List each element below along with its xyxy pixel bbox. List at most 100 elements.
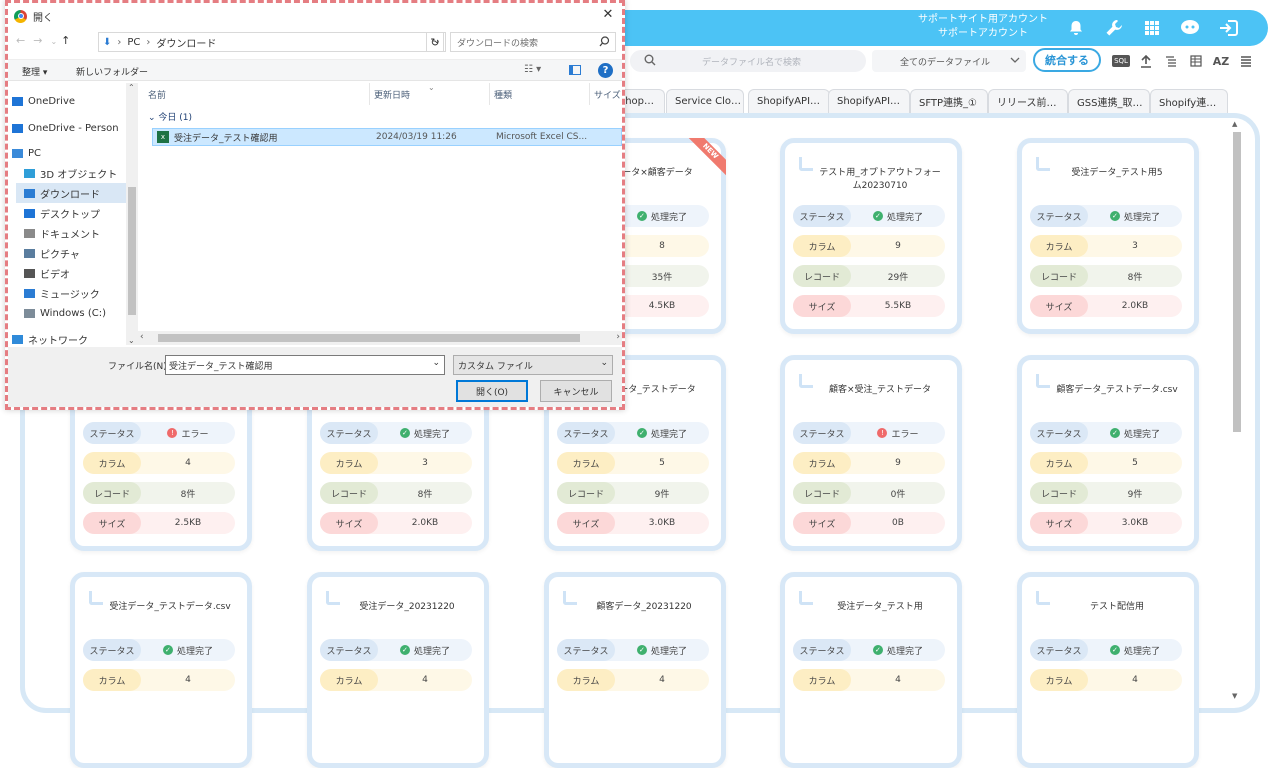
status-row: ステータス ✓処理完了 [793, 639, 945, 661]
filename-input[interactable]: 受注データ_テスト確認用 ⌄ [165, 355, 445, 375]
data-file-card[interactable]: テスト用_オプトアウトフォーム20230710 ステータス ✓ 処理完了 カラム 9 レコー… [780, 138, 962, 334]
data-file-card[interactable]: 顧客データ_20231220 ステータス ✓ 処理完了 カラム 4 [544, 572, 726, 768]
up-icon[interactable]: ↑ [61, 34, 78, 47]
filetype-select[interactable]: カスタム ファイル ⌄ [453, 355, 613, 375]
dialog-footer: ファイル名(N): 受注データ_テスト確認用 ⌄ カスタム ファイル ⌄ 開く(… [8, 347, 622, 407]
organize-menu[interactable]: 整理 ▾ [22, 65, 47, 78]
list-view-icon[interactable] [1235, 50, 1257, 72]
card-title: テスト用_オプトアウトフォーム20230710 [819, 168, 941, 191]
nav-item-pictures[interactable]: ピクチャ [24, 243, 80, 263]
nav-item-pc[interactable]: PC [12, 143, 41, 163]
nav-item-downloads[interactable]: ダウンロード [16, 183, 130, 203]
path-pc[interactable]: PC [127, 37, 140, 48]
wrench-icon[interactable] [1097, 10, 1131, 46]
column-label: カラム [1030, 669, 1088, 691]
address-bar[interactable]: ⬇ › PC › ダウンロード ⌄ [98, 32, 446, 52]
chat-bot-icon[interactable] [1173, 10, 1207, 46]
column-type[interactable]: 種類 [494, 83, 590, 105]
upload-icon[interactable] [1135, 50, 1157, 72]
nav-label: ドキュメント [40, 229, 100, 241]
sort-az-icon[interactable]: AZ [1210, 50, 1232, 72]
check-circle-icon: ✓ [1109, 211, 1120, 221]
tab-item[interactable]: SFTP連携_① [910, 89, 988, 113]
column-label: カラム [793, 452, 851, 474]
nav-arrows: ←→⌄↑ [16, 34, 78, 47]
file-row-selected[interactable]: x 受注データ_テスト確認用 2024/03/19 11:26 Microsof… [152, 128, 622, 146]
tab-item[interactable]: ShopifyAPI… [828, 89, 910, 113]
tab-item[interactable]: リリース前… [988, 89, 1068, 113]
file-corner-icon [563, 591, 577, 605]
chevron-down-icon[interactable]: ⌄ [432, 358, 440, 368]
data-file-card[interactable]: 顧客データ_テストデータ.csv ステータス ✓ 処理完了 カラム 5 レコード 9件 サイズ 3… [1017, 355, 1199, 551]
horizontal-scrollbar[interactable]: ‹ › [138, 331, 622, 345]
cancel-button[interactable]: キャンセル [540, 380, 612, 402]
close-icon[interactable]: ✕ [600, 7, 616, 23]
status-row: ステータス ✓処理完了 [320, 639, 472, 661]
status-row: ステータス! エラー [83, 422, 235, 444]
nav-scrollbar[interactable]: ⌃ ⌄ [126, 83, 138, 345]
data-file-card[interactable]: テスト配信用 ステータス ✓ 処理完了 カラム 4 [1017, 572, 1199, 768]
status-row: ステータス ✓処理完了 [557, 639, 709, 661]
file-filter-select[interactable]: 全てのデータファイル [872, 50, 1026, 72]
recent-chevron-icon[interactable]: ⌄ [50, 37, 61, 46]
nav-item-videos[interactable]: ビデオ [24, 263, 70, 283]
app-header: サポートサイト用アカウント サポートアカウント [600, 10, 1268, 46]
refresh-icon[interactable]: ↻ [426, 32, 444, 52]
view-options-icon[interactable]: ☷ ▾ [524, 64, 541, 75]
open-button[interactable]: 開く(O) [456, 380, 528, 402]
music-icon [24, 288, 35, 298]
onedrive-icon [12, 96, 23, 106]
data-file-card[interactable]: 受注データ_テスト用5 ステータス ✓ 処理完了 カラム 3 レコード 8件 サイズ 2.0KB [1017, 138, 1199, 334]
card-title: 受注データ_20231220 [359, 602, 455, 612]
scrollbar-thumb[interactable] [1233, 132, 1241, 432]
tab-item[interactable]: ShopifyAPI… [748, 89, 830, 113]
column-row: カラム 4 [83, 669, 235, 691]
tab-item[interactable]: Service Clo… [666, 89, 744, 113]
table-view-icon[interactable] [1185, 50, 1207, 72]
nav-item-desktop[interactable]: デスクトップ [24, 203, 100, 223]
column-name[interactable]: 名前 [148, 83, 370, 105]
dialog-search-input[interactable]: ダウンロードの検索 [450, 32, 616, 52]
data-file-card[interactable]: 受注データ_テスト用 ステータス ✓ 処理完了 カラム 4 [780, 572, 962, 768]
account-info[interactable]: サポートサイト用アカウント サポートアカウント [918, 13, 1048, 41]
nav-item-network[interactable]: ネットワーク [12, 329, 88, 349]
grid-icon[interactable] [1135, 10, 1169, 46]
column-value: 4 [659, 675, 665, 685]
preview-pane-icon[interactable] [569, 65, 581, 75]
column-row: カラム 3 [320, 452, 472, 474]
back-icon[interactable]: ← [16, 34, 33, 47]
nav-item-onedrive[interactable]: OneDrive [12, 91, 75, 111]
collapse-icon: ⌄ [148, 113, 159, 123]
status-row: ステータス ✓処理完了 [1030, 422, 1182, 444]
merge-button[interactable]: 統合する [1033, 48, 1101, 72]
sql-icon[interactable]: SQL [1110, 50, 1132, 72]
nav-item-onedrive-business[interactable]: OneDrive - Person [12, 118, 119, 138]
vertical-scrollbar[interactable]: ▲ ▼ [1229, 120, 1243, 700]
nav-item-music[interactable]: ミュージック [24, 283, 100, 303]
path-downloads[interactable]: ダウンロード [156, 35, 216, 50]
status-value: 処理完了 [413, 646, 450, 657]
new-badge-label: NEW [686, 138, 726, 177]
help-icon[interactable]: ? [598, 63, 613, 78]
size-value: 2.0KB [411, 518, 439, 528]
forward-icon[interactable]: → [33, 34, 50, 47]
tab-item[interactable]: GSS連携_取… [1068, 89, 1150, 113]
bell-icon[interactable] [1059, 10, 1093, 46]
tab-item[interactable]: Shopify連… [1150, 89, 1228, 113]
file-corner-icon [1036, 374, 1050, 388]
nav-label: ダウンロード [40, 189, 100, 201]
search-input[interactable]: データファイル名で検索 [630, 50, 866, 72]
column-size[interactable]: サイズ [594, 83, 622, 105]
new-folder-button[interactable]: 新しいフォルダー [76, 65, 148, 78]
data-file-card[interactable]: 顧客×受注_テストデータ ステータス! エラー カラム 9 レコード 0件 サイズ 0B [780, 355, 962, 551]
filter-list-icon[interactable] [1160, 50, 1182, 72]
card-title: テスト配信用 [1089, 602, 1144, 612]
nav-item-windows-drive[interactable]: Windows (C:) [24, 303, 106, 323]
nav-item-documents[interactable]: ドキュメント [24, 223, 100, 243]
data-file-card[interactable]: 受注データ_テストデータ.csv ステータス ✓ 処理完了 カラム 4 [70, 572, 252, 768]
group-today[interactable]: ⌄ 今日 (1) [148, 110, 192, 123]
nav-item-3d-objects[interactable]: 3D オブジェクト [24, 163, 117, 183]
data-file-card[interactable]: 受注データ_20231220 ステータス ✓ 処理完了 カラム 4 [307, 572, 489, 768]
nav-label: ネットワーク [28, 335, 88, 347]
logout-icon[interactable] [1212, 10, 1246, 46]
